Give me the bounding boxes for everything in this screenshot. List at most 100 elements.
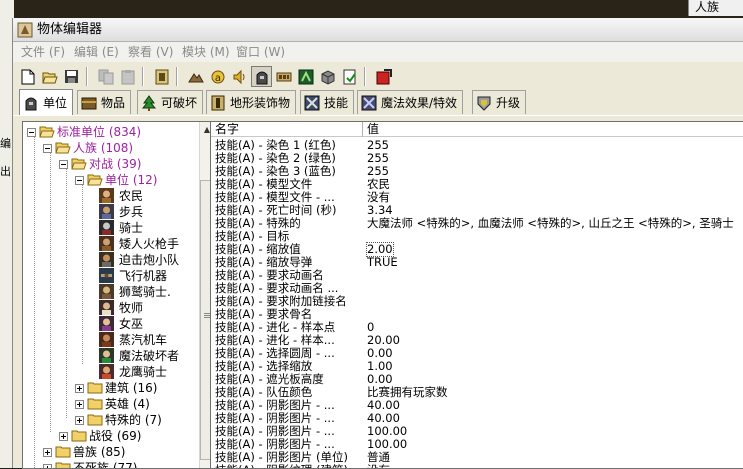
tree-label: 女巫	[119, 317, 144, 331]
sorceress-portrait-icon	[99, 316, 114, 331]
tree-unit-mortar-team[interactable]: 迫击炮小队	[23, 252, 199, 268]
tree-unit-priest[interactable]: 牧师	[23, 300, 199, 316]
copy-button[interactable]	[95, 66, 116, 87]
object-editor-button[interactable]	[251, 66, 272, 87]
menu-window[interactable]: 窗口 (W)	[236, 42, 285, 62]
collapse-icon[interactable]	[43, 144, 52, 153]
menu-file[interactable]: 文件 (F)	[21, 42, 65, 62]
tree-label: 步兵	[119, 205, 144, 219]
tree-node-buildings[interactable]: 建筑 (16)	[23, 380, 199, 396]
expand-icon[interactable]	[75, 416, 84, 425]
trigger-editor-button[interactable]: a	[207, 66, 228, 87]
tree-node-units[interactable]: 单位 (12)	[23, 172, 199, 188]
sound-editor-button[interactable]	[229, 66, 250, 87]
folder-open-icon	[71, 158, 87, 170]
tree-node-root[interactable]: 标准单位 (834)	[23, 124, 199, 140]
expand-icon[interactable]	[43, 464, 52, 468]
folder-icon	[55, 446, 71, 458]
collapse-icon[interactable]	[75, 176, 84, 185]
footman-portrait-icon	[99, 204, 114, 219]
tree-unit-rifleman[interactable]: 矮人火枪手	[23, 236, 199, 252]
table-row[interactable]: 技能(A) - 特殊的 大魔法师 <特殊的>, 血魔法师 <特殊的>, 山丘之王 …	[211, 217, 743, 230]
folder-open-icon	[87, 174, 103, 186]
import-manager-button[interactable]	[317, 66, 338, 87]
doodad-tab-icon	[211, 95, 225, 110]
menu-edit[interactable]: 编辑 (E)	[74, 42, 119, 62]
campaign-editor-button[interactable]	[273, 66, 294, 87]
tree-unit-sorceress[interactable]: 女巫	[23, 316, 199, 332]
new-file-icon	[21, 69, 34, 84]
tree-node-melee[interactable]: 对战 (39)	[23, 156, 199, 172]
tab-destructibles[interactable]: 可破坏	[137, 90, 204, 114]
tree-label: 建筑 (16)	[105, 381, 158, 395]
toolbar-separator	[364, 67, 366, 86]
tab-label: 物品	[101, 96, 126, 110]
tree-unit-gryphon-rider[interactable]: 狮鹫骑士.	[23, 284, 199, 300]
tree-label: 农民	[119, 189, 144, 203]
ability-tab-icon	[304, 95, 320, 110]
title-bar[interactable]: 物体编辑器	[13, 18, 743, 42]
test-map-button[interactable]	[373, 66, 394, 87]
paste-button[interactable]	[117, 66, 138, 87]
import-icon	[321, 69, 334, 85]
tree-unit-flying-machine[interactable]: 飞行机器	[23, 268, 199, 284]
collapse-icon[interactable]	[27, 128, 36, 137]
tab-upgrades[interactable]: 升级	[472, 90, 527, 114]
tree-unit-peasant[interactable]: 农民	[23, 188, 199, 204]
folder-icon	[87, 414, 103, 426]
folder-icon	[87, 382, 103, 394]
collapse-icon[interactable]	[59, 160, 68, 169]
tree-label: 战役 (69)	[89, 429, 142, 443]
gryphon-rider-portrait-icon	[99, 284, 114, 299]
expand-icon[interactable]	[75, 400, 84, 409]
open-button[interactable]	[39, 66, 60, 87]
folder-open-icon	[55, 142, 71, 154]
open-folder-icon	[41, 72, 58, 83]
object-editor-icon	[256, 71, 267, 84]
tab-buffs[interactable]: 魔法效果/特效	[357, 90, 464, 114]
tab-label: 单位	[43, 96, 68, 110]
column-header-name[interactable]: 名字	[211, 122, 363, 137]
mortar-team-portrait-icon	[99, 252, 114, 267]
tree-unit-dragonhawk-rider[interactable]: 龙鹰骑士	[23, 364, 199, 380]
unit-editor-button[interactable]	[151, 66, 172, 87]
tree-unit-footman[interactable]: 步兵	[23, 204, 199, 220]
tab-units[interactable]: 单位	[19, 89, 74, 115]
property-name: 技能(A) - 阴影纹理 (建筑)	[215, 464, 348, 469]
campaign-icon	[298, 69, 313, 84]
expand-icon[interactable]	[59, 432, 68, 441]
tree-node-orc[interactable]: 兽族 (85)	[23, 444, 199, 460]
new-map-icon	[343, 69, 356, 84]
tab-label: 地形装饰物	[230, 96, 291, 110]
menu-module[interactable]: 模块 (M)	[182, 42, 230, 62]
tree-unit-knight[interactable]: 骑士	[23, 220, 199, 236]
window-title: 物体编辑器	[37, 22, 103, 37]
tree-node-campaign[interactable]: 战役 (69)	[23, 428, 199, 444]
destructible-tab-icon	[141, 94, 157, 111]
tab-doodads[interactable]: 地形装饰物	[206, 90, 297, 114]
column-header-value[interactable]: 值	[363, 122, 743, 137]
tree-unit-spell-breaker[interactable]: 魔法破坏者	[23, 348, 199, 364]
peasant-portrait-icon	[99, 188, 114, 203]
property-value: TRUE	[367, 255, 398, 269]
new-button[interactable]	[17, 66, 38, 87]
tree-unit-siege-engine[interactable]: 蒸汽机车	[23, 332, 199, 348]
expand-icon[interactable]	[43, 448, 52, 457]
sound-icon	[233, 69, 244, 84]
terrain-editor-button[interactable]	[185, 66, 206, 87]
ai-editor-button[interactable]	[295, 66, 316, 87]
tab-abilities[interactable]: 技能	[300, 90, 355, 114]
tab-items[interactable]: 物品	[77, 90, 132, 114]
property-list[interactable]: 名字 值 技能(A) - 染色 1 (红色) 255 技能(A) - 染色 2 (绿…	[210, 121, 743, 469]
tree-node-human[interactable]: 人族 (108)	[23, 140, 199, 156]
save-button[interactable]	[61, 66, 82, 87]
object-manager-button[interactable]	[339, 66, 360, 87]
tree-node-heroes[interactable]: 英雄 (4)	[23, 396, 199, 412]
menu-view[interactable]: 察看 (V)	[128, 42, 173, 62]
table-row[interactable]: 技能(A) - 阴影纹理 (建筑) 没有	[211, 464, 743, 469]
tree-node-special[interactable]: 特殊的 (7)	[23, 412, 199, 428]
property-value: 没有	[367, 464, 390, 469]
toolbar-separator	[86, 67, 88, 86]
expand-icon[interactable]	[75, 384, 84, 393]
object-tree[interactable]: 标准单位 (834) 人族 (108) 对战 (39) 单位 (12) 农民 步…	[22, 121, 213, 469]
